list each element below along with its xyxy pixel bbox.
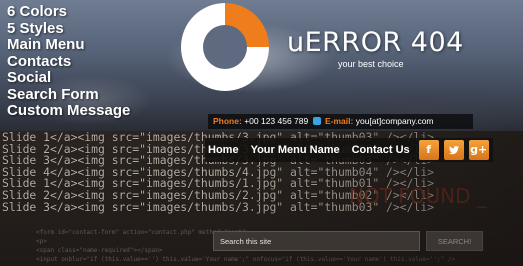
nav-item-your-menu-name[interactable]: Your Menu Name xyxy=(251,144,340,156)
google-plus-icon[interactable]: g+ xyxy=(468,140,489,160)
logo-icon xyxy=(181,3,269,91)
main-menu: Home Your Menu Name Contact Us f g+ xyxy=(205,138,493,162)
feature-item: Custom Message xyxy=(7,102,131,119)
twitter-icon[interactable] xyxy=(443,140,464,160)
search-form: SEARCH! xyxy=(213,231,483,251)
feature-item: Search Form xyxy=(7,85,99,103)
feature-item: Contacts xyxy=(7,52,72,70)
feature-list: 6 Colors 5 Styles Main Menu Contacts Soc… xyxy=(7,3,131,120)
search-input[interactable] xyxy=(213,231,420,251)
feature-item: 5 Styles xyxy=(7,19,64,37)
twitter-bird-shape xyxy=(448,145,459,155)
ghost-message-tail: _ xyxy=(476,184,487,208)
feature-item: Main Menu xyxy=(7,36,85,53)
logo-ring-hole xyxy=(203,25,247,69)
feature-item: Social xyxy=(7,69,52,86)
facebook-icon[interactable]: f xyxy=(418,140,439,160)
ghost-message-main: NOT FOUND xyxy=(349,184,471,208)
search-button[interactable]: SEARCH! xyxy=(426,231,483,251)
feature-item: 6 Colors xyxy=(7,3,68,20)
code-line-small: <input onblur="if (this.value=='') this.… xyxy=(36,256,456,263)
nav-item-home[interactable]: Home xyxy=(208,144,239,156)
phone-label: Phone: xyxy=(213,116,242,126)
site-title: uERROR 404 xyxy=(287,27,464,58)
email-label: E-mail: xyxy=(325,116,354,126)
contact-bar: Phone: +00 123 456 789 E-mail: you[at]co… xyxy=(208,114,473,129)
mail-icon xyxy=(312,117,321,125)
ghost-error-message: NOT FOUND _ xyxy=(349,184,487,208)
phone-value: +00 123 456 789 xyxy=(244,116,309,126)
nav-item-contact-us[interactable]: Contact Us xyxy=(352,144,410,156)
header-hero: 6 Colors 5 Styles Main Menu Contacts Soc… xyxy=(0,0,523,131)
email-value: you[at]company.com xyxy=(355,116,434,126)
site-tagline: your best choice xyxy=(338,59,404,69)
